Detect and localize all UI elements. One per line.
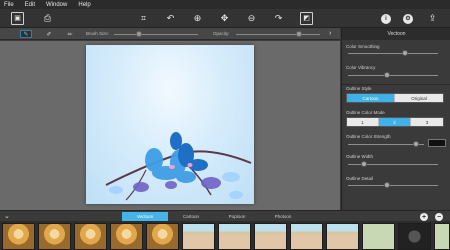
outline-detail-label: Outline Detail xyxy=(346,176,374,181)
preset-thumbnail[interactable] xyxy=(326,223,359,250)
chevron-right-icon[interactable]: › xyxy=(329,30,331,37)
export-icon[interactable]: ⎙ xyxy=(41,12,54,25)
color-vibrancy-slider[interactable] xyxy=(348,75,438,76)
outline-color-swatch[interactable] xyxy=(428,139,446,147)
brush-size-knob[interactable] xyxy=(136,31,143,37)
color-vibrancy-knob[interactable] xyxy=(383,72,390,78)
preset-strip xyxy=(0,221,450,250)
brush-size-label: Brush Size: xyxy=(86,31,110,36)
color-smoothing-slider[interactable] xyxy=(348,53,438,54)
menu-bar: File Edit Window Help xyxy=(0,0,450,9)
outline-width-label: Outline Width xyxy=(346,154,374,159)
color-vibrancy-label: Color Vibrancy xyxy=(346,65,376,70)
outline-style-toggle: Cartoon Original xyxy=(346,93,444,103)
tab-poptoon[interactable]: Poptoon xyxy=(214,212,260,221)
preset-thumbnail[interactable] xyxy=(218,223,251,250)
tab-vectoon[interactable]: Vectoon xyxy=(122,212,168,221)
settings-panel: Vectoon Color Smoothing Color Vibrancy O… xyxy=(341,28,450,210)
add-preset-button[interactable]: + xyxy=(420,213,428,221)
outline-detail-knob[interactable] xyxy=(383,182,390,188)
move-icon[interactable]: ✥ xyxy=(218,12,231,25)
outline-style-cartoon[interactable]: Cartoon xyxy=(347,94,395,102)
outline-color-mode-toggle: 1 2 3 xyxy=(346,117,444,127)
preset-thumbnail[interactable] xyxy=(2,223,35,250)
outline-mode-3[interactable]: 3 xyxy=(411,118,443,126)
menu-edit[interactable]: Edit xyxy=(25,2,35,8)
outline-color-mode-label: Outline Color Mode xyxy=(346,110,385,115)
preset-thumbnail[interactable] xyxy=(254,223,287,250)
zoom-in-icon[interactable]: ⊕ xyxy=(191,12,204,25)
outline-style-original[interactable]: Original xyxy=(395,94,443,102)
compare-icon[interactable]: ◩ xyxy=(300,12,313,25)
brush-size-slider[interactable] xyxy=(114,34,198,35)
opacity-label: Opacity: xyxy=(213,31,230,36)
preset-thumbnail[interactable] xyxy=(182,223,215,250)
tab-photoon[interactable]: Photoon xyxy=(260,212,306,221)
settings-icon[interactable]: ⚙ xyxy=(403,14,413,24)
tab-cartoon[interactable]: Cartoon xyxy=(168,212,214,221)
erase-brush-icon[interactable]: ✐ xyxy=(43,30,55,38)
info-icon[interactable]: i xyxy=(381,14,391,24)
preset-thumbnail[interactable] xyxy=(146,223,179,250)
preset-thumbnail[interactable] xyxy=(290,223,323,250)
outline-color-strength-label: Outline Color Strength xyxy=(346,134,391,139)
toolbar: ▣ ⎙ ⌗ ↶ ⊕ ✥ ⊖ ↷ ◩ i ⚙ ⇪ xyxy=(0,9,450,28)
canvas-area[interactable] xyxy=(0,41,340,210)
gallery-icon[interactable]: ▣ xyxy=(11,12,24,25)
chevron-down-icon[interactable]: ⌄ xyxy=(4,212,10,220)
mask-brush-icon[interactable]: ✏ xyxy=(64,30,76,38)
color-smoothing-label: Color Smoothing xyxy=(346,44,380,49)
preset-thumbnail[interactable] xyxy=(110,223,143,250)
undo-icon[interactable]: ↶ xyxy=(164,12,177,25)
orchid-image xyxy=(105,132,252,201)
style-tabs-bar: ⌄ Vectoon Cartoon Poptoon Photoon + − xyxy=(0,210,450,221)
outline-style-label: Outline Style xyxy=(346,86,372,91)
opacity-knob[interactable] xyxy=(296,31,302,37)
paint-brush-icon[interactable]: ✎ xyxy=(20,30,32,38)
redo-icon[interactable]: ↷ xyxy=(272,12,285,25)
outline-color-strength-knob[interactable] xyxy=(413,141,420,147)
brush-toolbar: ✎ ✐ ✏ Brush Size: Opacity: › xyxy=(0,28,340,40)
color-smoothing-knob[interactable] xyxy=(401,50,408,56)
zoom-out-icon[interactable]: ⊖ xyxy=(245,12,258,25)
preset-thumbnail[interactable] xyxy=(434,223,450,250)
outline-mode-2[interactable]: 2 xyxy=(379,118,411,126)
menu-help[interactable]: Help xyxy=(78,2,90,8)
remove-preset-button[interactable]: − xyxy=(435,213,443,221)
preset-thumbnail[interactable] xyxy=(398,223,431,250)
outline-detail-slider[interactable] xyxy=(348,185,438,186)
panel-title: Vectoon xyxy=(342,28,450,40)
share-icon[interactable]: ⇪ xyxy=(426,12,439,25)
menu-window[interactable]: Window xyxy=(46,2,67,8)
opacity-slider[interactable] xyxy=(236,34,320,35)
preset-thumbnail[interactable] xyxy=(362,223,395,250)
preset-thumbnail[interactable] xyxy=(38,223,71,250)
crop-icon[interactable]: ⌗ xyxy=(137,12,150,25)
photo-preview[interactable] xyxy=(86,45,254,204)
menu-file[interactable]: File xyxy=(4,2,14,8)
outline-width-knob[interactable] xyxy=(361,161,368,167)
divider xyxy=(342,84,450,85)
outline-mode-1[interactable]: 1 xyxy=(347,118,379,126)
preset-thumbnail[interactable] xyxy=(74,223,107,250)
